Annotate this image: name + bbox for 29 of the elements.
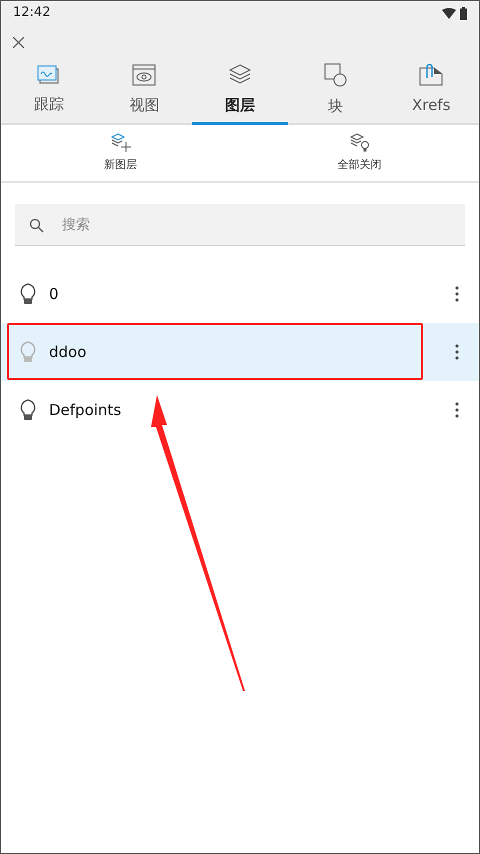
tab[interactable]: 视图 (96, 59, 192, 125)
block-icon (324, 63, 348, 88)
close-icon[interactable] (13, 36, 24, 48)
eye-icon (132, 64, 156, 86)
layer-name: ddoo (49, 342, 88, 363)
layers-icon (228, 64, 252, 86)
wifi-icon (442, 8, 456, 18)
search-icon (29, 218, 44, 233)
status-time: 12:42 (13, 4, 50, 22)
layer-name: 0 (49, 284, 60, 305)
trace-icon (36, 65, 61, 86)
more-icon[interactable] (455, 402, 459, 418)
more-icon[interactable] (455, 286, 459, 302)
toolbar-action[interactable]: 新图层 (1, 125, 240, 181)
battery-icon (460, 6, 467, 20)
tab[interactable]: 图层 (192, 59, 288, 125)
paperclip-icon (419, 64, 444, 86)
more-icon[interactable] (455, 344, 459, 360)
lightbulb-icon[interactable] (19, 282, 37, 306)
layer-name: Defpoints (49, 400, 122, 421)
lightbulb-icon[interactable] (19, 398, 37, 422)
layers-off-icon (348, 132, 370, 153)
search-field[interactable]: 搜索 (15, 204, 465, 246)
toolbar-action[interactable]: 全部关闭 (240, 125, 479, 181)
layer-row[interactable]: ddoo (1, 323, 479, 381)
new-layer-icon (110, 132, 132, 153)
tab[interactable]: Xrefs (383, 59, 479, 125)
tab[interactable]: 块 (288, 59, 384, 125)
tab[interactable]: 跟踪 (1, 59, 97, 125)
